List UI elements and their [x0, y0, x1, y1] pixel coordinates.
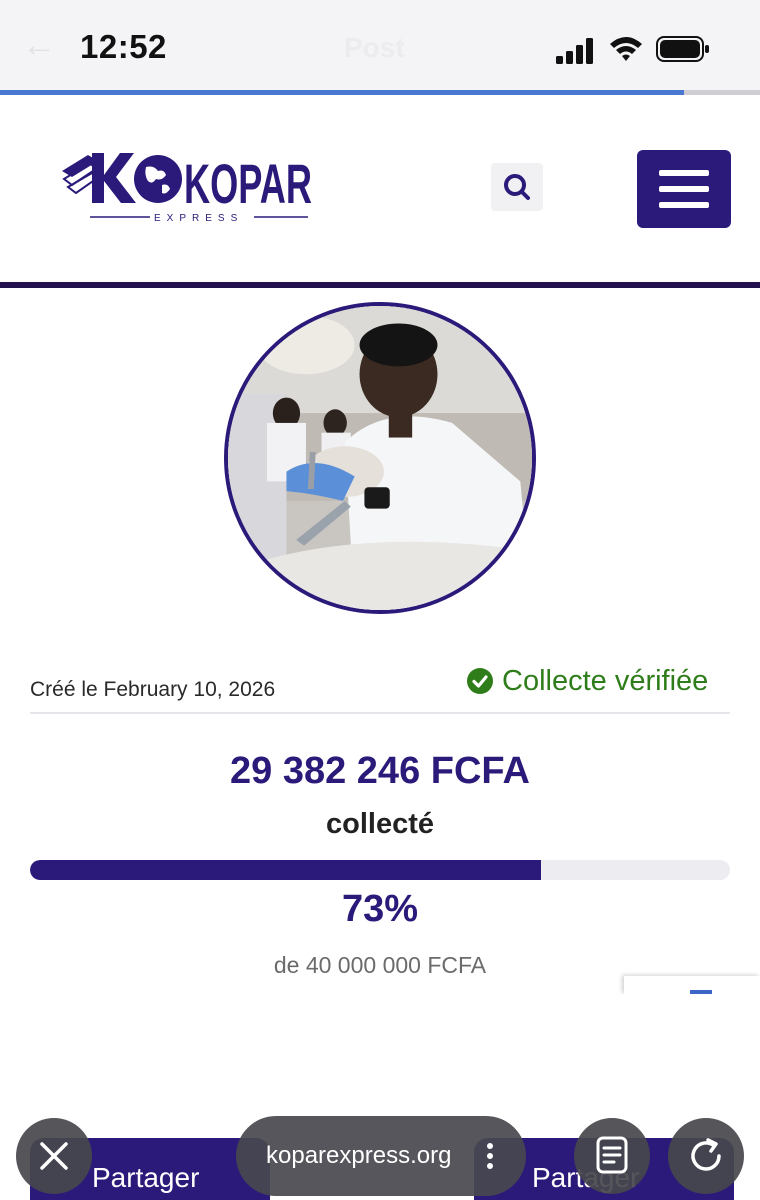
raised-label: collecté [326, 808, 434, 840]
address-bar[interactable]: koparexpress.org [236, 1116, 526, 1196]
funding-progress-bar [30, 860, 730, 880]
verified-label: Collecte vérifiée [502, 664, 709, 697]
close-tab-button[interactable] [16, 1118, 92, 1194]
logo-subtext: EXPRESS [154, 213, 243, 224]
amount-raised: 29 382 246 FCFA [230, 750, 530, 792]
search-button[interactable] [491, 163, 543, 211]
hamburger-icon [659, 170, 709, 176]
wifi-icon [610, 37, 642, 61]
reader-mode-button[interactable] [574, 1118, 650, 1194]
funding-goal: de 40 000 000 FCFA [273, 952, 487, 978]
address-bar-url: koparexpress.org [266, 1142, 452, 1169]
more-options-icon[interactable] [480, 1138, 500, 1174]
ghost-page-title: Post [344, 32, 405, 63]
reload-button[interactable] [668, 1118, 744, 1194]
created-date: Créé le February 10, 2026 [30, 678, 276, 701]
close-icon [40, 1142, 68, 1170]
cellular-signal-icon [556, 38, 593, 64]
header-divider [0, 282, 760, 288]
info-divider [30, 712, 730, 714]
check-circle-icon [467, 668, 493, 694]
funding-progress-fill [30, 860, 541, 880]
back-arrow-icon[interactable]: ← [22, 28, 56, 62]
kopar-express-logo[interactable]: KOPAR EXPRESS [58, 147, 316, 227]
funding-percent: 73% [341, 888, 419, 930]
battery-icon [656, 36, 709, 62]
status-bar: ← 12:52 Post [0, 0, 760, 92]
status-time: 12:52 [80, 28, 167, 65]
reload-icon [691, 1138, 721, 1171]
site-header: KOPAR EXPRESS [0, 95, 760, 283]
campaign-avatar [224, 302, 536, 614]
share-left-label: Partager [92, 1162, 200, 1193]
logo-wordmark: KOPAR [184, 152, 312, 215]
campaign-photo [228, 306, 532, 610]
search-icon [504, 174, 530, 200]
reader-icon [596, 1136, 628, 1174]
hamburger-menu-button[interactable] [637, 150, 731, 228]
verified-badge: Collecte vérifiée [466, 664, 708, 698]
